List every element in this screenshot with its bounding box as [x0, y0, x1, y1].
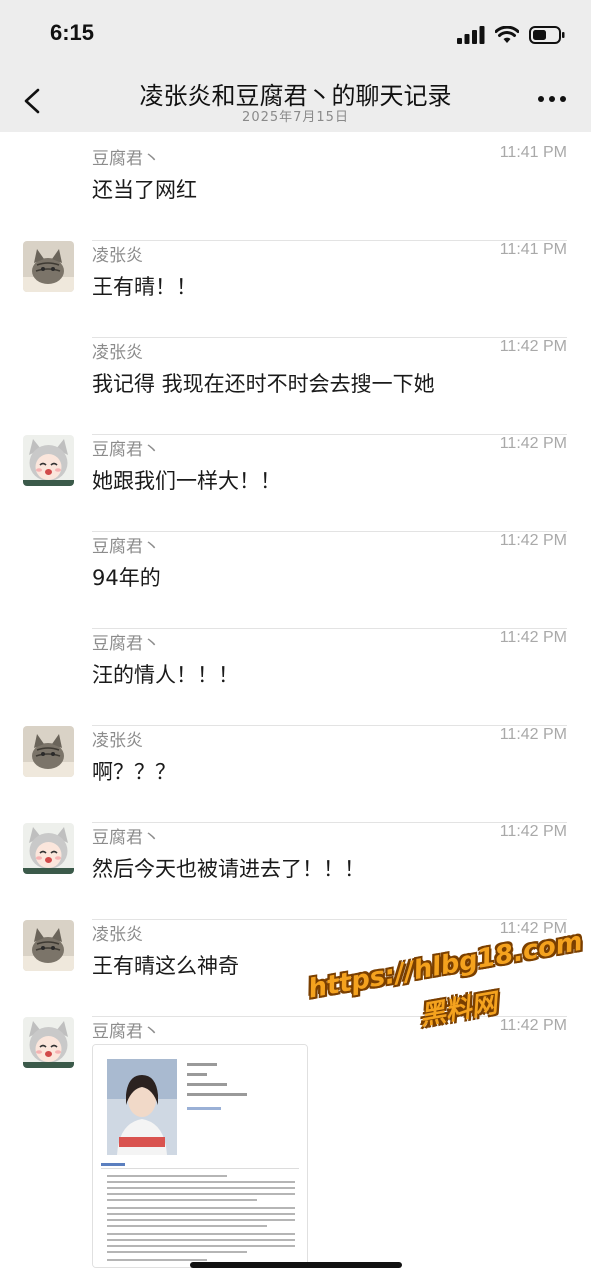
more-options-icon[interactable] — [537, 92, 567, 106]
avatar-anime[interactable] — [23, 1017, 74, 1068]
document-preview-image — [93, 1045, 307, 1267]
battery-icon — [529, 26, 565, 44]
message-time: 11:42 PM — [499, 629, 567, 646]
chat-message: 豆腐君丶 11:42 PM 然后今天也被请进去了！！！ — [0, 823, 591, 920]
message-sender: 凌张炎 — [92, 731, 143, 751]
status-time: 6:15 — [50, 20, 95, 45]
image-attachment[interactable] — [92, 1044, 308, 1268]
message-text[interactable]: 王有晴！！ — [92, 271, 197, 301]
chat-history-header: 凌张炎和豆腐君丶的聊天记录 2025年7月15日 — [0, 70, 591, 132]
message-time: 11:42 PM — [499, 726, 567, 743]
avatar-cat[interactable] — [23, 241, 74, 292]
home-indicator[interactable] — [190, 1262, 402, 1268]
message-sender: 豆腐君丶 — [92, 634, 160, 654]
message-time: 11:41 PM — [499, 144, 567, 161]
message-sender: 豆腐君丶 — [92, 149, 160, 169]
watermark-name: 黑料网 — [417, 988, 500, 1032]
message-sender: 凌张炎 — [92, 925, 143, 945]
message-text[interactable]: 我记得 我现在还时不时会去搜一下她 — [92, 368, 435, 398]
wifi-icon — [495, 26, 519, 43]
message-time: 11:42 PM — [499, 338, 567, 355]
avatar-cat[interactable] — [23, 726, 74, 777]
chat-message: 豆腐君丶 11:42 PM 94年的 — [0, 532, 591, 629]
chat-message: 豆腐君丶 11:42 PM 她跟我们一样大！！ — [0, 435, 591, 532]
message-time: 11:42 PM — [499, 435, 567, 452]
message-sender: 凌张炎 — [92, 246, 143, 266]
message-text[interactable]: 还当了网红 — [92, 174, 197, 204]
message-sender: 豆腐君丶 — [92, 828, 160, 848]
message-sender: 豆腐君丶 — [92, 440, 160, 460]
message-time: 11:42 PM — [499, 823, 567, 840]
message-time: 11:42 PM — [499, 532, 567, 549]
status-bar: 6:15 — [0, 0, 591, 70]
message-time: 11:41 PM — [499, 241, 567, 258]
chat-message: 豆腐君丶 11:42 PM 汪的情人！！！ — [0, 629, 591, 726]
page-date: 2025年7月15日 — [242, 110, 349, 125]
chat-message: 凌张炎 11:42 PM 啊？？？ — [0, 726, 591, 823]
signal-icon — [457, 26, 485, 44]
status-icons — [457, 24, 565, 46]
message-text[interactable]: 汪的情人！！！ — [92, 659, 239, 689]
chat-message: 凌张炎 11:41 PM 王有晴！！ — [0, 241, 591, 338]
avatar-cat[interactable] — [23, 920, 74, 971]
message-sender: 凌张炎 — [92, 343, 143, 363]
chat-message: 凌张炎 11:42 PM 我记得 我现在还时不时会去搜一下她 — [0, 338, 591, 435]
message-text[interactable]: 她跟我们一样大！！ — [92, 465, 281, 495]
message-text[interactable]: 然后今天也被请进去了！！！ — [92, 853, 365, 883]
message-text[interactable]: 94年的 — [92, 562, 161, 592]
avatar-anime[interactable] — [23, 823, 74, 874]
message-text[interactable]: 王有晴这么神奇 — [92, 950, 239, 980]
message-sender: 豆腐君丶 — [92, 1022, 160, 1042]
chat-message: 豆腐君丶 11:41 PM 还当了网红 — [0, 144, 591, 241]
message-text[interactable]: 啊？？？ — [92, 756, 176, 786]
avatar-anime[interactable] — [23, 435, 74, 486]
message-sender: 豆腐君丶 — [92, 537, 160, 557]
